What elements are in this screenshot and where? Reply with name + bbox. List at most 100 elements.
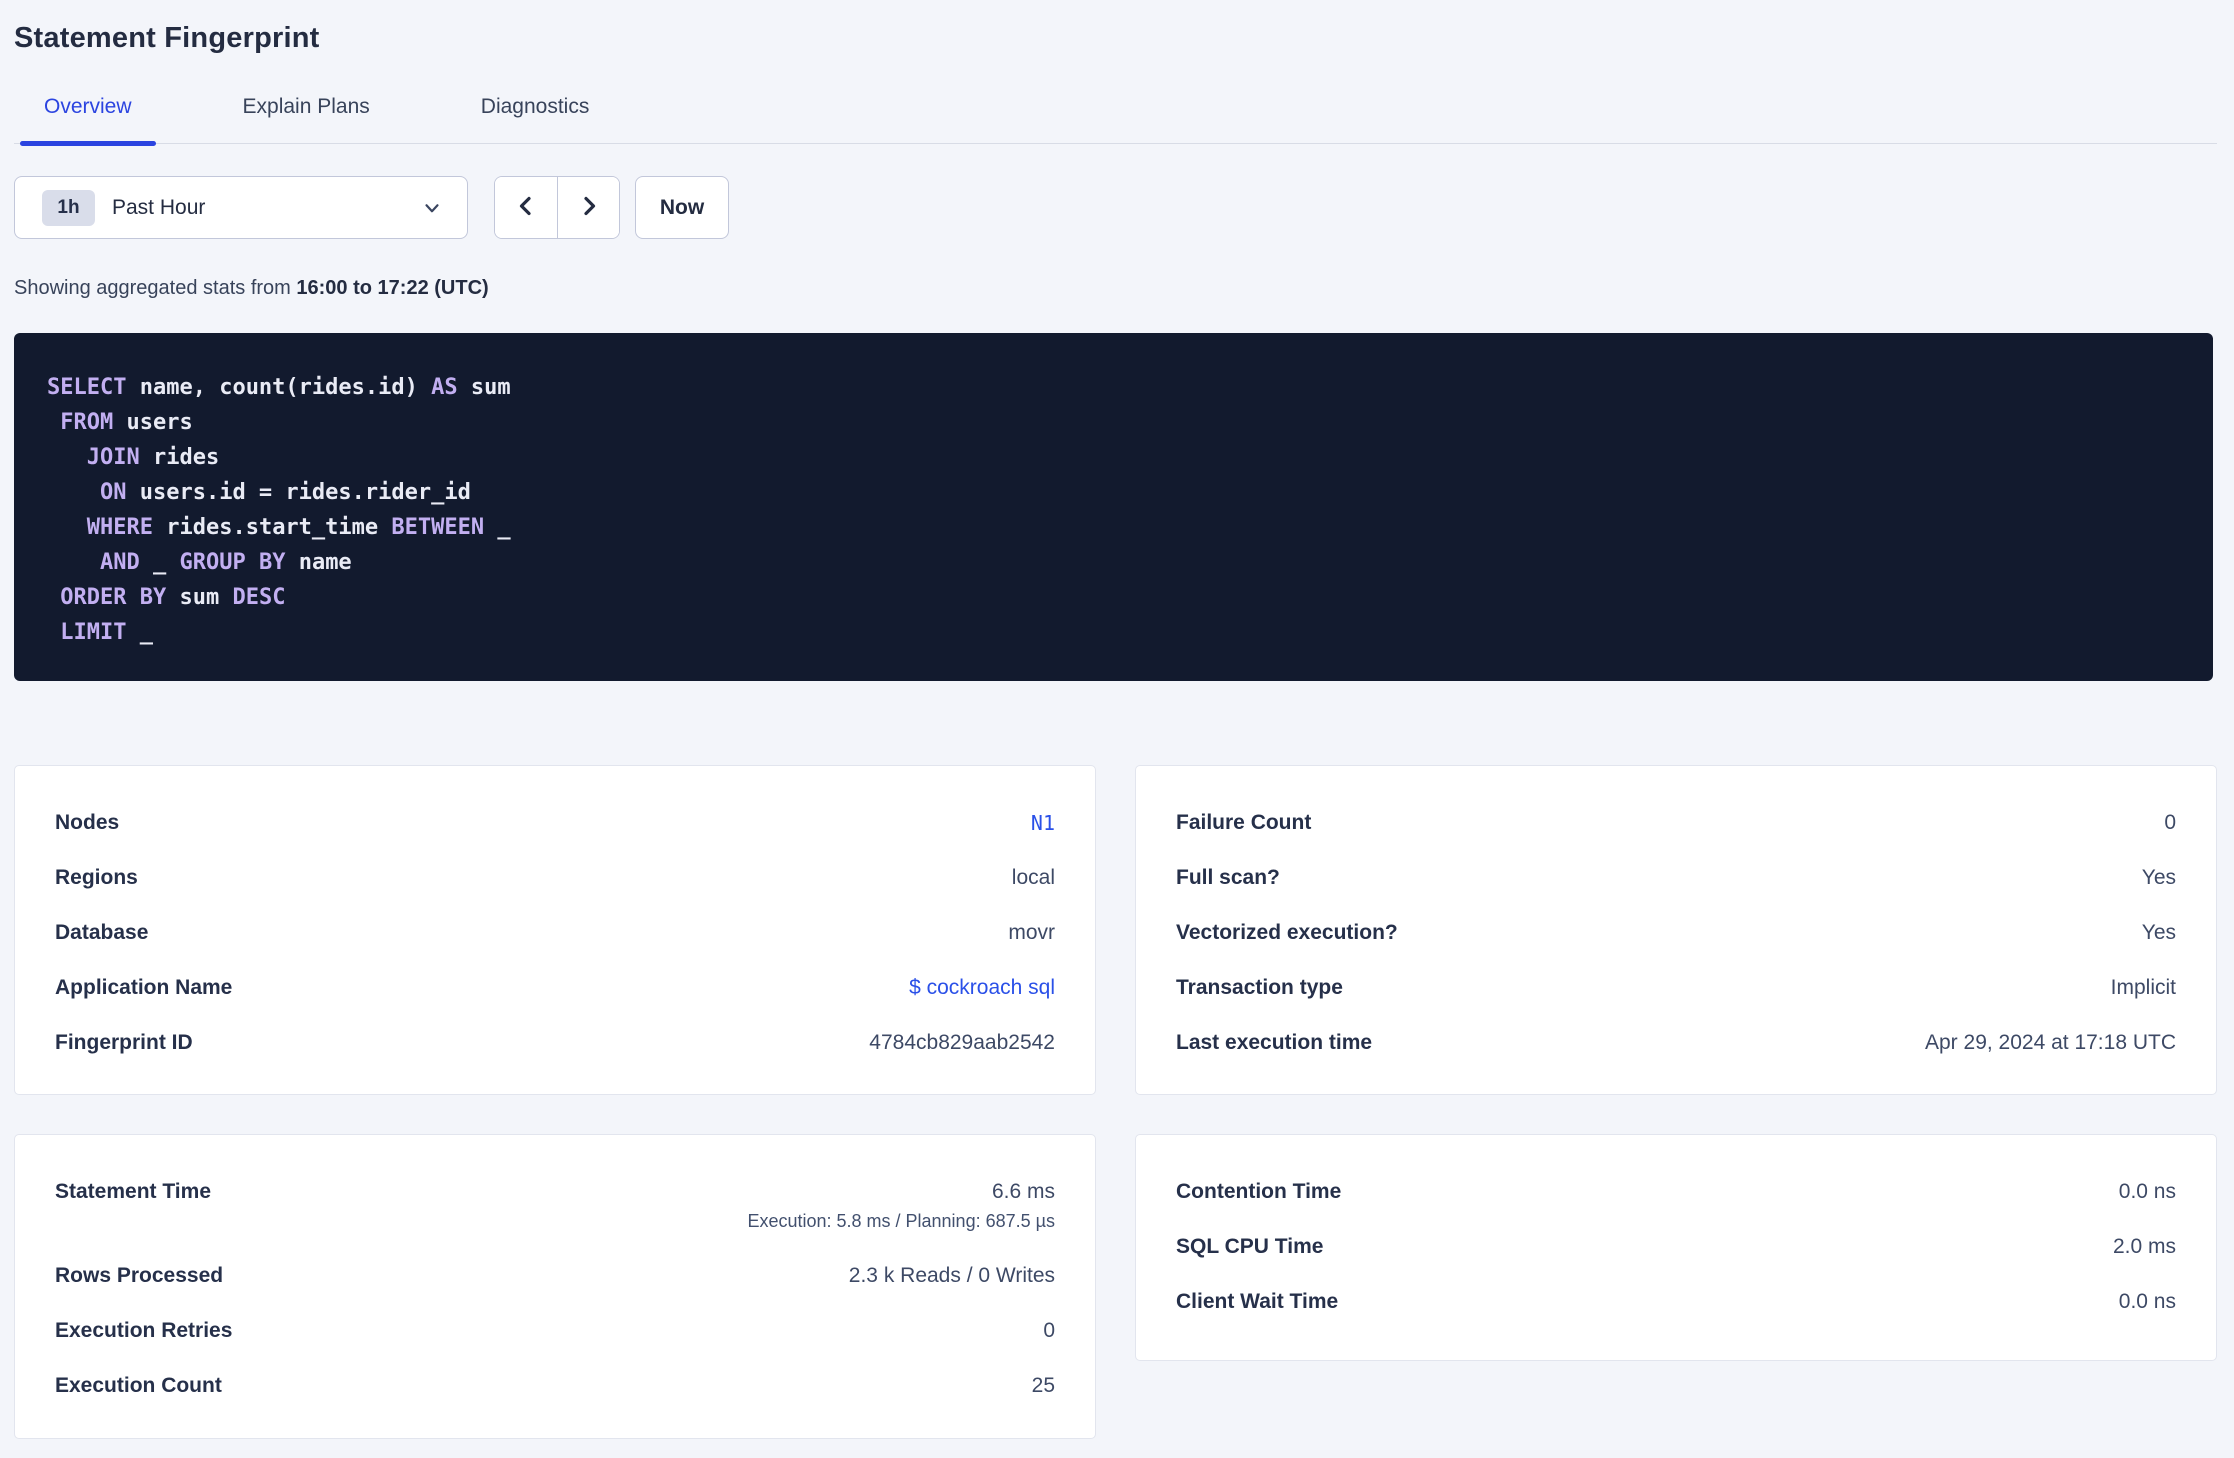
timing-cards-row: Statement Time 6.6 ms Execution: 5.8 ms / … bbox=[14, 1134, 2217, 1439]
stat-value: movr bbox=[1008, 921, 1055, 944]
stat-label: Last execution time bbox=[1176, 1031, 1373, 1054]
sql-line: JOIN rides bbox=[86, 445, 220, 470]
chevron-down-icon bbox=[421, 197, 443, 219]
tab-bar: Overview Explain Plans Diagnostics bbox=[14, 95, 2217, 146]
stat-value: 0.0 ns bbox=[2118, 1180, 2176, 1203]
time-step-group bbox=[494, 176, 620, 239]
stat-value-wrap: 4784cb829aab2542 bbox=[869, 1028, 1055, 1058]
stat-row: Application Name $ cockroach sql bbox=[55, 973, 1055, 1003]
stat-row: Full scan? Yes bbox=[1176, 863, 2176, 893]
stat-value-wrap: 0 bbox=[2164, 808, 2176, 838]
stat-value: 6.6 ms bbox=[991, 1180, 1055, 1203]
stat-row: Client Wait Time 0.0 ns bbox=[1176, 1287, 2176, 1317]
sql-line: ON users.id = rides.rider_id bbox=[99, 480, 471, 505]
stat-label: Statement Time bbox=[55, 1180, 211, 1203]
stat-value: Yes bbox=[2141, 921, 2176, 944]
stat-value: Yes bbox=[2141, 866, 2176, 889]
tab-overview[interactable]: Overview bbox=[20, 95, 156, 146]
execution-attributes-card: Failure Count 0 Full scan? Yes Vectorized ex… bbox=[1135, 765, 2217, 1095]
stat-label: Fingerprint ID bbox=[55, 1031, 193, 1054]
now-button[interactable]: Now bbox=[635, 176, 729, 239]
prev-time-button[interactable] bbox=[495, 177, 557, 238]
stat-row: Last execution time Apr 29, 2024 at 17:18… bbox=[1176, 1028, 2176, 1058]
stat-row: Regions local bbox=[55, 863, 1055, 893]
sql-line: SELECT name, count(rides.id) AS sum bbox=[47, 375, 511, 400]
stat-value: 2.0 ms bbox=[2112, 1235, 2176, 1258]
stat-value: 0 bbox=[1043, 1319, 1055, 1342]
tab-diagnostics[interactable]: Diagnostics bbox=[457, 95, 614, 143]
stat-label: Contention Time bbox=[1176, 1180, 1342, 1203]
stat-value-wrap: Yes bbox=[2142, 918, 2176, 948]
stat-label: Client Wait Time bbox=[1176, 1290, 1339, 1313]
time-range-dropdown[interactable]: 1h Past Hour bbox=[14, 176, 468, 239]
stat-row: SQL CPU Time 2.0 ms bbox=[1176, 1232, 2176, 1262]
stat-value: local bbox=[1011, 866, 1055, 889]
interval-badge: 1h bbox=[42, 189, 95, 226]
stat-label: Execution Count bbox=[55, 1374, 222, 1397]
stat-label: Full scan? bbox=[1176, 866, 1280, 889]
stat-value-wrap: N1 bbox=[1031, 808, 1055, 838]
stat-value-wrap: local bbox=[1012, 863, 1055, 893]
stat-row: Execution Retries 0 bbox=[55, 1316, 1055, 1346]
sql-line: ORDER BY sum DESC bbox=[60, 585, 286, 610]
stat-value: Apr 29, 2024 at 17:18 UTC bbox=[1925, 1031, 2176, 1054]
stat-row: Contention Time 0.0 ns bbox=[1176, 1177, 2176, 1207]
stat-row: Fingerprint ID 4784cb829aab2542 bbox=[55, 1028, 1055, 1058]
stat-subvalue: Execution: 5.8 ms / Planning: 687.5 µs bbox=[747, 1211, 1055, 1231]
stat-row: Failure Count 0 bbox=[1176, 808, 2176, 838]
stat-value: 0 bbox=[2164, 811, 2176, 834]
stat-label: Execution Retries bbox=[55, 1319, 233, 1342]
stat-label: Failure Count bbox=[1176, 811, 1312, 834]
time-controls: 1h Past Hour Now bbox=[14, 176, 2217, 239]
stat-label: Application Name bbox=[55, 976, 233, 999]
stat-value-wrap: 2.3 k Reads / 0 Writes bbox=[849, 1261, 1055, 1291]
stat-value-wrap: $ cockroach sql bbox=[909, 973, 1055, 1003]
stat-label: Transaction type bbox=[1176, 976, 1343, 999]
stat-row: Execution Count 25 bbox=[55, 1371, 1055, 1401]
stat-value: 4784cb829aab2542 bbox=[869, 1031, 1055, 1054]
stat-value: 25 bbox=[1031, 1374, 1055, 1397]
time-range-label: Past Hour bbox=[112, 195, 206, 219]
stat-row: Statement Time 6.6 ms Execution: 5.8 ms / … bbox=[55, 1177, 1055, 1236]
chevron-left-icon bbox=[514, 194, 538, 221]
details-cards-row: Nodes N1 Regions local Database movr Applicati… bbox=[14, 765, 2217, 1095]
sql-statement-box: SELECT name, count(rides.id) AS sum FROM… bbox=[14, 333, 2213, 681]
sql-line: LIMIT _ bbox=[60, 620, 153, 645]
stat-row: Transaction type Implicit bbox=[1176, 973, 2176, 1003]
stat-label: Nodes bbox=[55, 811, 120, 834]
tab-explain-plans[interactable]: Explain Plans bbox=[219, 95, 394, 143]
stat-row: Database movr bbox=[55, 918, 1055, 948]
sql-line: FROM users bbox=[60, 410, 193, 435]
stat-label: Vectorized execution? bbox=[1176, 921, 1398, 944]
stat-row: Vectorized execution? Yes bbox=[1176, 918, 2176, 948]
stat-value-wrap: 25 bbox=[1032, 1371, 1055, 1401]
stat-value-wrap: movr bbox=[1008, 918, 1055, 948]
stat-value-wrap: 2.0 ms bbox=[2113, 1232, 2176, 1262]
stat-value-wrap: Implicit bbox=[2111, 973, 2176, 1003]
stat-value-wrap: Yes bbox=[2142, 863, 2176, 893]
stat-label: Rows Processed bbox=[55, 1264, 224, 1287]
stats-range-note: Showing aggregated stats from 16:00 to 1… bbox=[14, 277, 2217, 300]
stats-note-prefix: Showing aggregated stats from bbox=[14, 277, 297, 299]
contention-card: Contention Time 0.0 ns SQL CPU Time 2.0 ms C… bbox=[1135, 1134, 2217, 1361]
stat-label: SQL CPU Time bbox=[1176, 1235, 1324, 1258]
next-time-button[interactable] bbox=[557, 177, 619, 238]
stat-value: 2.3 k Reads / 0 Writes bbox=[848, 1264, 1055, 1287]
statement-details-card: Nodes N1 Regions local Database movr Applicati… bbox=[14, 765, 1096, 1095]
statement-time-card: Statement Time 6.6 ms Execution: 5.8 ms / … bbox=[14, 1134, 1096, 1439]
stat-value-wrap: Apr 29, 2024 at 17:18 UTC bbox=[1925, 1028, 2176, 1058]
stat-label: Database bbox=[55, 921, 149, 944]
stat-value: 0.0 ns bbox=[2118, 1290, 2176, 1313]
stat-value-link[interactable]: $ cockroach sql bbox=[909, 973, 1055, 1003]
sql-line: AND _ GROUP BY name bbox=[99, 550, 352, 575]
stat-row: Rows Processed 2.3 k Reads / 0 Writes bbox=[55, 1261, 1055, 1291]
page-title: Statement Fingerprint bbox=[14, 22, 320, 54]
stats-note-range: 16:00 to 17:22 (UTC) bbox=[296, 277, 489, 299]
stat-value: Implicit bbox=[2110, 976, 2176, 999]
stat-value-link[interactable]: N1 bbox=[1031, 808, 1055, 838]
stat-row: Nodes N1 bbox=[55, 808, 1055, 838]
chevron-right-icon bbox=[577, 194, 601, 221]
stat-value-wrap: 0.0 ns bbox=[2119, 1287, 2176, 1317]
sql-line: WHERE rides.start_time BETWEEN _ bbox=[86, 515, 511, 540]
stat-value-wrap: 0.0 ns bbox=[2119, 1177, 2176, 1207]
